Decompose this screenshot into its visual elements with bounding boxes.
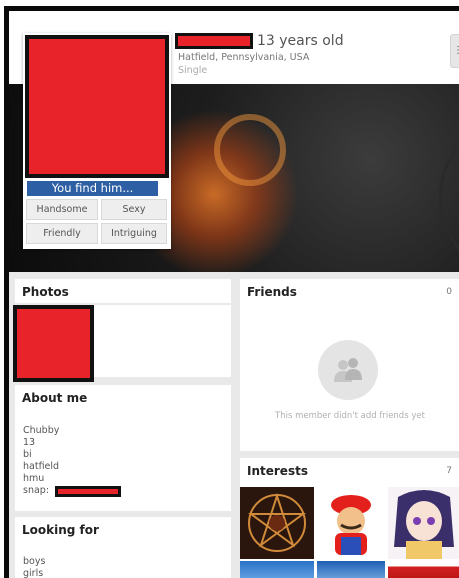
photos-title: Photos — [22, 285, 69, 299]
vote-handsome-button[interactable]: Handsome — [26, 199, 98, 220]
interests-title: Interests — [247, 464, 308, 478]
about-me-panel: About me Chubby 13 bi hatfield hmu snap: — [15, 385, 231, 511]
about-line: hmu — [23, 473, 45, 484]
you-find-him-label: You find him... — [27, 181, 158, 196]
snap-handle-redaction — [55, 486, 121, 497]
photos-panel-header: Photos — [15, 279, 231, 303]
about-me-title: About me — [22, 391, 88, 405]
looking-for-panel: Looking for boys girls — [15, 517, 231, 578]
interest-tile-pentagram[interactable] — [240, 487, 314, 559]
age-text: 13 years old — [257, 33, 344, 49]
interests-count: 7 — [446, 466, 452, 476]
vote-friendly-button[interactable]: Friendly — [26, 223, 98, 244]
looking-for-line: boys — [23, 556, 46, 567]
about-line: Chubby — [23, 425, 60, 436]
vote-intriguing-button[interactable]: Intriguing — [101, 223, 167, 244]
interest-tile-red[interactable] — [388, 561, 459, 578]
friends-placeholder-icon — [318, 340, 378, 400]
interests-panel: Interests 7 — [240, 458, 459, 578]
photo-thumbnail-redaction[interactable] — [13, 305, 94, 382]
looking-for-list: boys girls — [23, 556, 45, 578]
about-line: 13 — [23, 437, 36, 448]
looking-for-line: girls — [23, 568, 44, 578]
interest-tile-sky-2[interactable] — [317, 561, 385, 578]
interest-tile-anime[interactable] — [388, 487, 459, 559]
looking-for-title: Looking for — [22, 523, 99, 537]
interest-tile-mario[interactable] — [317, 487, 385, 559]
cover-ring — [214, 114, 286, 186]
location-text: Hatfield, Pennsylvania, USA — [178, 52, 310, 63]
relationship-status: Single — [178, 65, 208, 76]
about-line: hatfield — [23, 461, 60, 472]
interest-tile-sky[interactable] — [240, 561, 314, 578]
friends-empty-message: This member didn't add friends yet — [275, 411, 425, 421]
profile-menu-button[interactable]: ⋮ — [450, 34, 459, 68]
interest-grid — [240, 487, 459, 578]
profile-page: 13 years old Hatfield, Pennsylvania, USA… — [4, 6, 459, 578]
about-me-list: Chubby 13 bi hatfield hmu snap: — [23, 425, 59, 497]
friends-title: Friends — [247, 285, 297, 299]
name-redaction — [175, 33, 253, 49]
avatar-card: You find him... Handsome Sexy Friendly I… — [23, 33, 171, 249]
friends-panel: Friends 0 This member didn't add friends… — [240, 279, 459, 451]
vote-options: Handsome Sexy Friendly Intriguing — [26, 199, 167, 244]
friends-count: 0 — [446, 287, 452, 297]
about-line: snap: — [23, 485, 50, 496]
cover-arc — [439, 114, 459, 272]
vote-sexy-button[interactable]: Sexy — [101, 199, 167, 220]
avatar-redaction — [25, 35, 169, 178]
about-line: bi — [23, 449, 32, 460]
